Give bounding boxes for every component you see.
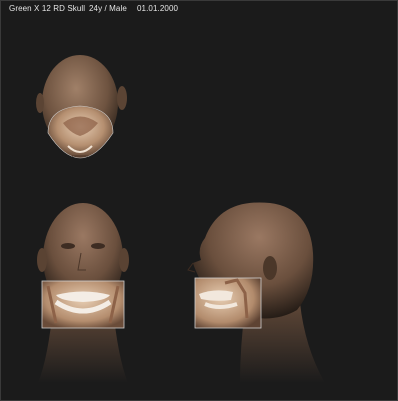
patient-age-sex: 24y / Male [89,4,127,13]
lateral-view-render[interactable] [185,198,335,383]
frontal-head-image [37,203,129,383]
scan-title: Green X 12 RD Skull [9,4,86,13]
frontal-view-render[interactable] [18,198,148,383]
lateral-head-image [187,202,325,383]
patient-header: Green X 12 RD Skull 24y / Male 01.01.200… [9,4,197,18]
scan-date: 01.01.2000 [137,4,179,13]
top-view-render[interactable] [28,48,138,178]
top-head-image [36,55,127,159]
